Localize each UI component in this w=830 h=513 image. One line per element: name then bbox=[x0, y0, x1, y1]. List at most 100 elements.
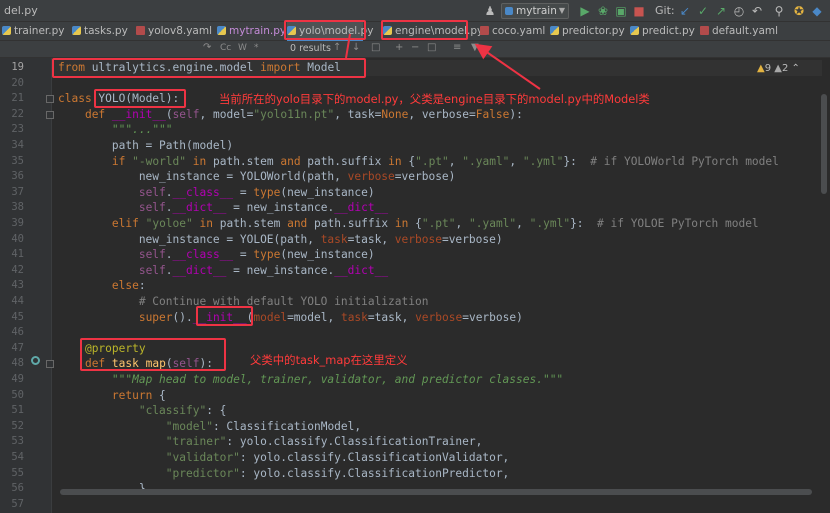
code-line: """...""" bbox=[111, 123, 173, 137]
line-number: 22 bbox=[11, 107, 24, 120]
git-label: Git: bbox=[655, 4, 675, 17]
remove-selection-icon[interactable]: − bbox=[411, 42, 419, 53]
git-history-icon[interactable]: ◴ bbox=[731, 3, 747, 19]
annotation-box-import-line bbox=[52, 58, 366, 78]
git-update-icon[interactable]: ↙ bbox=[677, 3, 693, 19]
main-toolbar: del.py ♟ mytrain ▼ ▶ ❀ ▣ ■ Git: ↙ ✓ ↗ ◴ … bbox=[0, 0, 830, 22]
tab-label: predictor.py bbox=[562, 25, 625, 37]
fold-marker[interactable] bbox=[46, 111, 54, 119]
coverage-icon[interactable]: ▣ bbox=[613, 3, 629, 19]
annotation-box-super-init bbox=[196, 306, 253, 326]
line-number: 23 bbox=[11, 123, 24, 136]
previous-match-icon[interactable]: ↑ bbox=[333, 42, 341, 53]
rollback-icon[interactable]: ↶ bbox=[749, 3, 765, 19]
match-case-toggle[interactable]: Cc bbox=[220, 43, 231, 53]
code-line: super().__init__(model=model, task=task,… bbox=[138, 310, 523, 324]
filter-icon[interactable]: ▼ bbox=[471, 42, 479, 53]
tab-trainer[interactable]: trainer.py bbox=[2, 22, 68, 41]
yaml-file-icon bbox=[700, 26, 709, 35]
python-file-icon bbox=[2, 26, 11, 35]
code-line: path = Path(model) bbox=[58, 139, 234, 152]
line-number: 54 bbox=[11, 451, 24, 463]
debug-icon[interactable]: ❀ bbox=[595, 3, 611, 19]
chevron-down-icon: ▼ bbox=[558, 6, 565, 15]
window-file-label: del.py bbox=[4, 4, 38, 17]
line-number: 34 bbox=[11, 139, 24, 151]
replace-icon[interactable]: ↷ bbox=[203, 42, 211, 53]
chevron-up-icon[interactable]: ⌃ bbox=[792, 63, 800, 74]
line-number: 42 bbox=[11, 263, 24, 276]
tab-tasks[interactable]: tasks.py bbox=[72, 22, 128, 41]
find-bar: ↷ Cc W * 0 results ↑ ↓ □ + − □ ≡ ▼ bbox=[0, 41, 830, 58]
code-line: "trainer": yolo.classify.ClassificationT… bbox=[165, 435, 483, 449]
vertical-scrollbar[interactable] bbox=[821, 94, 827, 194]
warning-count: 9 bbox=[764, 63, 772, 74]
tab-coco-yaml[interactable]: coco.yaml bbox=[480, 22, 545, 41]
update-icon[interactable]: ✪ bbox=[791, 3, 807, 19]
tab-label: predict.py bbox=[642, 25, 695, 37]
code-line: self.__dict__ = new_instance.__dict__ bbox=[138, 263, 389, 277]
add-selection-icon[interactable]: + bbox=[395, 42, 403, 53]
weak-warning-count: 2 bbox=[781, 63, 789, 74]
python-run-icon bbox=[505, 7, 513, 15]
run-config-select[interactable]: mytrain ▼ bbox=[501, 3, 569, 19]
python-file-icon bbox=[72, 26, 81, 35]
search-everywhere-icon[interactable]: ⚲ bbox=[771, 3, 787, 19]
tab-label: mytrain.py bbox=[229, 25, 287, 37]
tab-predict[interactable]: predict.py bbox=[630, 22, 695, 41]
line-number: 52 bbox=[11, 419, 24, 432]
git-commit-icon[interactable]: ✓ bbox=[695, 3, 711, 19]
line-number: 55 bbox=[11, 466, 24, 479]
yaml-file-icon bbox=[136, 26, 145, 35]
code-line: self.__dict__ = new_instance.__dict__ bbox=[138, 201, 389, 215]
tab-yolov8-yaml[interactable]: yolov8.yaml bbox=[136, 22, 212, 41]
user-icon[interactable]: ♟ bbox=[482, 3, 498, 19]
annotation-class-note: 当前所在的yolo目录下的model.py，父类是engine目录下的model… bbox=[219, 92, 650, 106]
inspection-widget[interactable]: ▲9 ▲2 ⌃ bbox=[757, 63, 800, 74]
line-number: 43 bbox=[11, 279, 24, 292]
git-push-icon[interactable]: ↗ bbox=[713, 3, 729, 19]
tab-label: coco.yaml bbox=[492, 25, 546, 37]
line-number: 53 bbox=[11, 435, 24, 448]
fold-marker[interactable] bbox=[46, 95, 54, 103]
select-all-matches-icon[interactable]: □ bbox=[371, 42, 380, 53]
warning-icon: ▲ bbox=[757, 63, 765, 74]
multiline-icon[interactable]: ≡ bbox=[453, 42, 461, 53]
tab-predictor[interactable]: predictor.py bbox=[550, 22, 625, 41]
stop-icon[interactable]: ■ bbox=[631, 3, 647, 19]
line-number: 56 bbox=[11, 482, 24, 495]
line-number: 39 bbox=[11, 217, 24, 229]
annotation-task-map-note: 父类中的task_map在这里定义 bbox=[250, 353, 408, 367]
search-results-count: 0 results bbox=[290, 43, 331, 54]
plugin-icon[interactable]: ◆ bbox=[809, 3, 825, 19]
fold-marker[interactable] bbox=[46, 360, 54, 368]
run-icon[interactable]: ▶ bbox=[577, 3, 593, 19]
horizontal-scrollbar[interactable] bbox=[60, 489, 812, 495]
line-number: 40 bbox=[11, 232, 24, 245]
annotation-box-engine-tab bbox=[381, 20, 468, 40]
line-number: 46 bbox=[11, 326, 24, 339]
next-match-icon[interactable]: ↓ bbox=[352, 42, 360, 53]
line-number: 36 bbox=[11, 170, 24, 183]
code-line: self.__class__ = type(new_instance) bbox=[138, 185, 375, 199]
tab-label: yolov8.yaml bbox=[148, 25, 213, 37]
line-number: 45 bbox=[11, 310, 24, 323]
override-marker-icon[interactable] bbox=[31, 356, 40, 365]
annotation-box-yolo-tab bbox=[284, 20, 366, 40]
toggle-selection-icon[interactable]: □ bbox=[427, 42, 436, 53]
regex-toggle[interactable]: * bbox=[254, 43, 259, 53]
python-file-icon bbox=[217, 26, 226, 35]
tab-mytrain[interactable]: mytrain.py bbox=[217, 22, 286, 41]
whole-word-toggle[interactable]: W bbox=[238, 43, 247, 53]
line-number: 21 bbox=[11, 92, 24, 105]
tab-label: default.yaml bbox=[712, 25, 779, 37]
tab-default-yaml[interactable]: default.yaml bbox=[700, 22, 778, 41]
line-number: 51 bbox=[11, 404, 24, 417]
code-line: "validator": yolo.classify.Classificatio… bbox=[165, 451, 510, 464]
code-line: else: bbox=[111, 279, 146, 293]
line-number: 37 bbox=[11, 185, 24, 198]
line-number: 38 bbox=[11, 201, 24, 214]
line-number: 49 bbox=[11, 373, 24, 385]
annotation-box-task-map bbox=[80, 338, 226, 371]
code-editor[interactable]: 19 20 21 22 23 34 35 36 37 38 39 40 41 4… bbox=[0, 58, 830, 513]
